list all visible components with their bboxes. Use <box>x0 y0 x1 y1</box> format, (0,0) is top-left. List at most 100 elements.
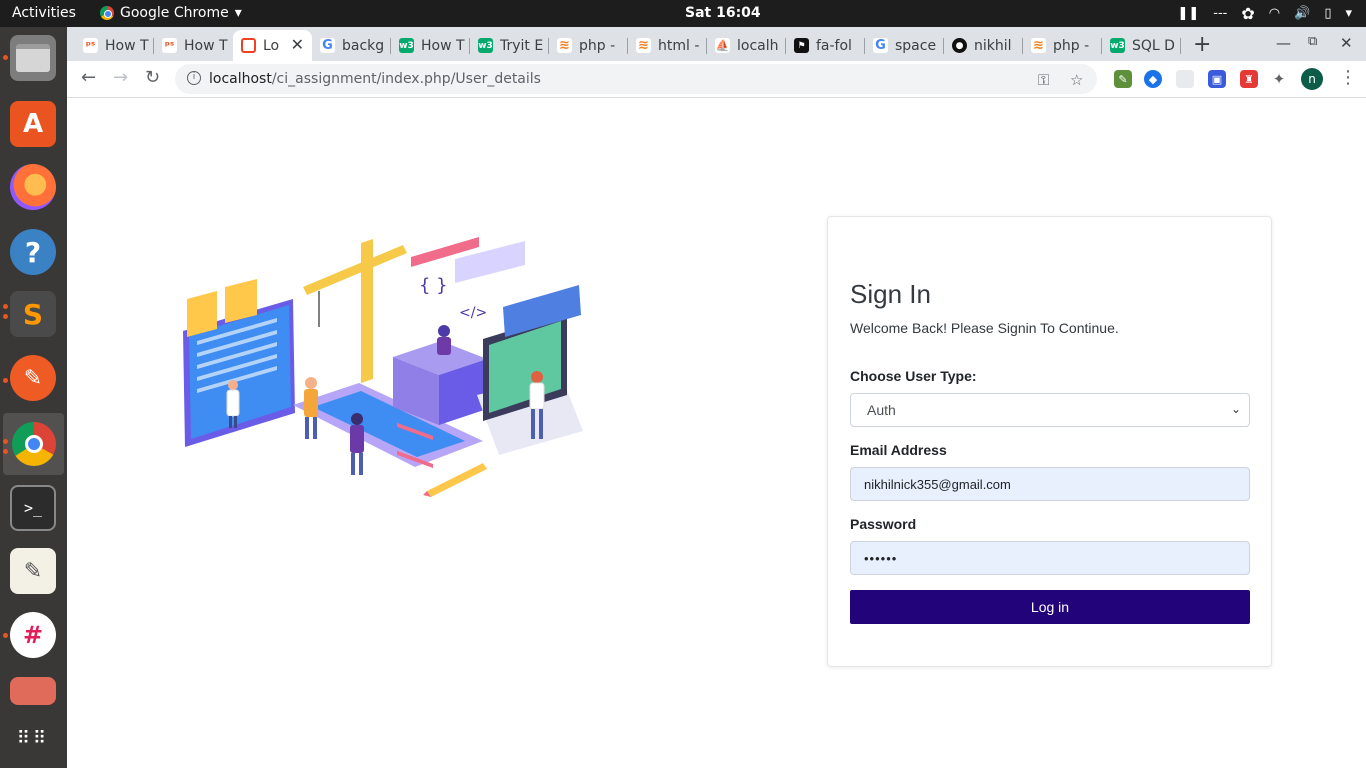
dock: A ? S ✎ >_ ✎ # ⠿⠿ <box>0 27 67 768</box>
extension-icon[interactable]: ◆ <box>1144 70 1162 88</box>
tab-label: How T <box>421 37 465 54</box>
svg-text:{ }: { } <box>419 275 448 296</box>
weather-icon: ✿ <box>1241 4 1255 23</box>
show-apps-icon[interactable]: ⠿⠿ <box>10 715 56 761</box>
stackoverflow-icon: ≋ <box>557 38 572 53</box>
stackoverflow-icon: ≋ <box>636 38 651 53</box>
tab[interactable]: ≋ php - <box>549 30 628 61</box>
tab-label: localh <box>737 37 779 54</box>
tab-label: html - <box>658 37 700 54</box>
password-field[interactable]: •••••• <box>850 541 1250 575</box>
tray-text: --- <box>1213 6 1228 21</box>
tab[interactable]: w3 How T <box>391 30 470 61</box>
extension-icon[interactable]: ✎ <box>1114 70 1132 88</box>
tab[interactable]: w3 Tryit E <box>470 30 549 61</box>
puzzle-icon[interactable]: ✦ <box>1270 70 1288 88</box>
avatar[interactable]: n <box>1301 68 1323 90</box>
app-center-icon[interactable]: A <box>10 101 56 147</box>
tab[interactable]: w3 SQL D <box>1102 30 1181 61</box>
tab[interactable]: ≋ html - <box>628 30 707 61</box>
terminal-icon[interactable]: >_ <box>10 485 56 531</box>
running-indicator <box>3 378 8 383</box>
system-top-bar: Activities Google Chrome ▾ Sat 16:04 ❚❚ … <box>0 0 1366 27</box>
signin-card: Sign In Welcome Back! Please Signin To C… <box>827 216 1272 667</box>
extension-icon[interactable] <box>1176 70 1194 88</box>
google-icon: G <box>320 38 335 53</box>
address-bar[interactable]: i localhost/ci_assignment/index.php/User… <box>175 64 1097 94</box>
email-label: Email Address <box>850 442 947 458</box>
menu-icon[interactable]: ⋮ <box>1339 67 1357 88</box>
firefox-icon[interactable] <box>10 164 56 210</box>
extension-icon[interactable]: ♜ <box>1240 70 1258 88</box>
tab[interactable]: ⚑ fa-fol <box>786 30 865 61</box>
tab-active[interactable]: Lo ✕ <box>233 30 312 61</box>
tab-label: space <box>895 37 937 54</box>
minimize-button[interactable]: — <box>1276 34 1291 52</box>
w3-icon: w3 <box>399 38 414 53</box>
sublime-text-icon[interactable]: S <box>10 291 56 337</box>
chevron-down-icon: ⌄ <box>1230 402 1241 416</box>
password-label: Password <box>850 516 917 532</box>
new-tab-button[interactable]: + <box>1193 32 1211 57</box>
url-path: /ci_assignment/index.php/User_details <box>271 71 541 87</box>
google-icon: G <box>873 38 888 53</box>
tab[interactable]: ● nikhil <box>944 30 1023 61</box>
running-indicator <box>3 55 8 60</box>
page-title: Sign In <box>850 279 931 309</box>
login-button[interactable]: Log in <box>850 590 1250 624</box>
tab[interactable]: ᵖˢ How T <box>154 30 233 61</box>
help-icon[interactable]: ? <box>10 229 56 275</box>
back-button[interactable]: ← <box>81 67 96 88</box>
volume-icon: 🔊 <box>1294 6 1311 21</box>
tab[interactable]: ⛵ localh <box>707 30 786 61</box>
tab-label: php - <box>579 37 616 54</box>
running-indicator <box>3 314 8 319</box>
text-editor-icon[interactable]: ✎ <box>10 548 56 594</box>
tab-label: nikhil <box>974 37 1012 54</box>
tab[interactable]: G backg <box>312 30 391 61</box>
star-icon[interactable]: ☆ <box>1070 71 1083 89</box>
tab-label: Tryit E <box>500 37 544 54</box>
forward-button[interactable]: → <box>113 67 128 88</box>
tab[interactable]: G space <box>865 30 944 61</box>
activities-button[interactable]: Activities <box>12 5 76 21</box>
app-menu[interactable]: Google Chrome ▾ <box>100 5 242 21</box>
stackoverflow-icon: ≋ <box>1031 38 1046 53</box>
password-value: •••••• <box>864 550 898 566</box>
system-tray[interactable]: ❚❚ --- ✿ ◠ 🔊 ▯ ▾ <box>1178 4 1353 23</box>
extension-icon[interactable]: ▣ <box>1208 70 1226 88</box>
developers-illustration: { } </> <box>183 237 583 497</box>
svg-text:</>: </> <box>459 305 487 321</box>
email-field[interactable]: nikhilnick355@gmail.com <box>850 467 1250 501</box>
info-icon[interactable]: i <box>187 71 201 85</box>
fontawesome-icon: ⚑ <box>794 38 809 53</box>
key-icon[interactable]: ⚿ <box>1038 71 1049 89</box>
battery-icon: ▯ <box>1324 6 1332 21</box>
ps-icon: ᵖˢ <box>162 38 177 53</box>
user-type-value: Auth <box>867 402 896 418</box>
pause-icon: ❚❚ <box>1177 6 1200 21</box>
w3-icon: w3 <box>1110 38 1125 53</box>
close-icon[interactable]: ✕ <box>291 35 304 54</box>
slack-icon[interactable]: # <box>10 612 56 658</box>
page-content: { } </> Sign In Welcome Back! Please Sig… <box>67 99 1366 768</box>
maximize-button[interactable]: ⧉ <box>1308 34 1317 49</box>
postman-icon[interactable]: ✎ <box>10 355 56 401</box>
w3-icon: w3 <box>478 38 493 53</box>
clock[interactable]: Sat 16:04 <box>685 5 761 21</box>
ps-icon: ᵖˢ <box>83 38 98 53</box>
user-type-label: Choose User Type: <box>850 368 977 384</box>
codeigniter-icon <box>241 38 256 53</box>
user-type-select[interactable]: Auth ⌄ <box>850 393 1250 427</box>
tab[interactable]: ᵖˢ How T <box>75 30 154 61</box>
close-window-button[interactable]: ✕ <box>1340 34 1353 52</box>
tab[interactable]: ≋ php - <box>1023 30 1102 61</box>
reload-button[interactable]: ↻ <box>145 67 160 88</box>
email-value: nikhilnick355@gmail.com <box>864 476 1011 492</box>
chrome-icon <box>100 6 114 20</box>
file-manager-icon[interactable] <box>10 35 56 81</box>
app-icon[interactable] <box>10 677 56 705</box>
wifi-icon: ◠ <box>1268 6 1281 21</box>
tab-label: How T <box>105 37 149 54</box>
chrome-dock-icon[interactable] <box>3 413 64 475</box>
